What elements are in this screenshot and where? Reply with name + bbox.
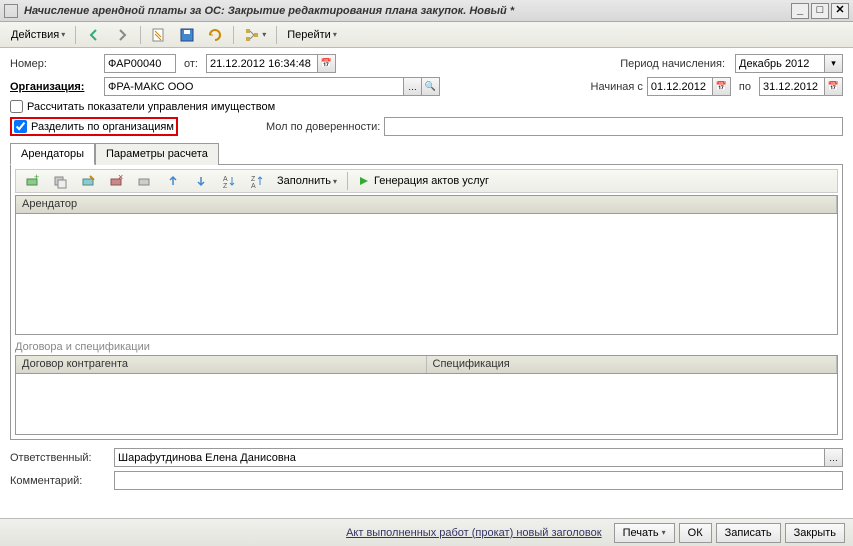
generate-button[interactable]: Генерация актов услуг — [353, 171, 494, 191]
spinner-icon[interactable]: ▾ — [825, 54, 843, 73]
tab-body: + × AZ ZA Заполнить Генерация актов услу… — [10, 164, 843, 440]
svg-text:Z: Z — [223, 183, 228, 189]
save-button[interactable]: Записать — [716, 523, 781, 543]
tab-params[interactable]: Параметры расчета — [95, 143, 219, 165]
sort-asc-icon[interactable]: AZ — [216, 171, 242, 191]
tab-tenants[interactable]: Арендаторы — [10, 143, 95, 165]
grid-toolbar: + × AZ ZA Заполнить Генерация актов услу… — [15, 169, 838, 193]
svg-text:Z: Z — [251, 176, 256, 183]
tenants-grid[interactable]: Арендатор — [15, 195, 838, 335]
spec-column: Спецификация — [427, 356, 838, 373]
add-row-icon[interactable]: + — [20, 171, 46, 191]
footer-bar: Акт выполненных работ (прокат) новый заг… — [0, 518, 853, 546]
minimize-button[interactable]: _ — [791, 3, 809, 19]
nav-back-button[interactable] — [81, 25, 107, 45]
refresh-button[interactable] — [202, 25, 228, 45]
split-checkbox[interactable]: Разделить по организациям — [14, 120, 174, 133]
end-date-input[interactable] — [759, 77, 825, 96]
ellipsis-icon[interactable]: … — [825, 448, 843, 467]
comment-input[interactable] — [114, 471, 843, 490]
calendar-icon[interactable]: 📅 — [825, 77, 843, 96]
tenants-grid-body[interactable] — [16, 214, 837, 334]
window-title: Начисление арендной платы за ОС: Закрыти… — [24, 5, 789, 17]
period-input[interactable] — [735, 54, 825, 73]
edit-row-icon[interactable] — [76, 171, 102, 191]
mol-label: Мол по доверенности: — [266, 121, 380, 133]
tabs: Арендаторы Параметры расчета — [10, 142, 843, 164]
contract-column: Договор контрагента — [16, 356, 427, 373]
svg-text:A: A — [223, 176, 228, 183]
svg-text:+: + — [34, 173, 39, 182]
main-toolbar: Действия Перейти — [0, 22, 853, 48]
copy-row-icon[interactable] — [48, 171, 74, 191]
number-label: Номер: — [10, 58, 100, 70]
calendar-icon[interactable]: 📅 — [713, 77, 731, 96]
close-window-button[interactable]: ✕ — [831, 3, 849, 19]
sort-desc-icon[interactable]: ZA — [244, 171, 270, 191]
calc-checkbox[interactable]: Рассчитать показатели управления имущест… — [10, 100, 275, 113]
move-up-icon[interactable] — [160, 171, 186, 191]
period-label: Период начисления: — [620, 58, 725, 70]
start-date-input[interactable] — [647, 77, 713, 96]
print-button[interactable]: Печать — [614, 523, 675, 543]
post-button[interactable] — [146, 25, 172, 45]
number-input[interactable] — [104, 54, 176, 73]
search-icon[interactable]: 🔍 — [422, 77, 440, 96]
nav-fwd-button[interactable] — [109, 25, 135, 45]
fill-button[interactable]: Заполнить — [272, 171, 342, 191]
goto-menu[interactable]: Перейти — [282, 25, 342, 45]
responsible-input[interactable] — [114, 448, 825, 467]
titlebar: Начисление арендной платы за ОС: Закрыти… — [0, 0, 853, 22]
ellipsis-icon[interactable]: … — [404, 77, 422, 96]
svg-text:A: A — [251, 183, 256, 189]
org-label: Организация: — [10, 81, 100, 93]
from-label: от: — [184, 58, 198, 70]
comment-label: Комментарий: — [10, 475, 110, 487]
split-highlight: Разделить по организациям — [10, 117, 178, 136]
mark-row-icon[interactable] — [132, 171, 158, 191]
calendar-icon[interactable]: 📅 — [318, 54, 336, 73]
tenant-column: Арендатор — [16, 196, 837, 213]
delete-row-icon[interactable]: × — [104, 171, 130, 191]
date-input[interactable] — [206, 54, 318, 73]
ok-button[interactable]: ОК — [679, 523, 712, 543]
org-input[interactable] — [104, 77, 404, 96]
act-link[interactable]: Акт выполненных работ (прокат) новый заг… — [346, 527, 601, 539]
move-down-icon[interactable] — [188, 171, 214, 191]
save-icon-button[interactable] — [174, 25, 200, 45]
form-content: Номер: от: 📅 Период начисления: ▾ Органи… — [0, 48, 853, 490]
svg-text:×: × — [118, 173, 123, 182]
close-button[interactable]: Закрыть — [785, 523, 845, 543]
contracts-section-label: Договора и спецификации — [15, 341, 838, 353]
start-label: Начиная с — [591, 81, 643, 93]
mol-input[interactable] — [384, 117, 843, 136]
app-icon — [4, 4, 18, 18]
actions-menu[interactable]: Действия — [6, 25, 70, 45]
contracts-grid-body[interactable] — [16, 374, 837, 434]
contracts-grid[interactable]: Договор контрагента Спецификация — [15, 355, 838, 435]
structure-button[interactable] — [239, 25, 271, 45]
responsible-label: Ответственный: — [10, 452, 110, 464]
to-label: по — [739, 81, 751, 93]
maximize-button[interactable]: □ — [811, 3, 829, 19]
